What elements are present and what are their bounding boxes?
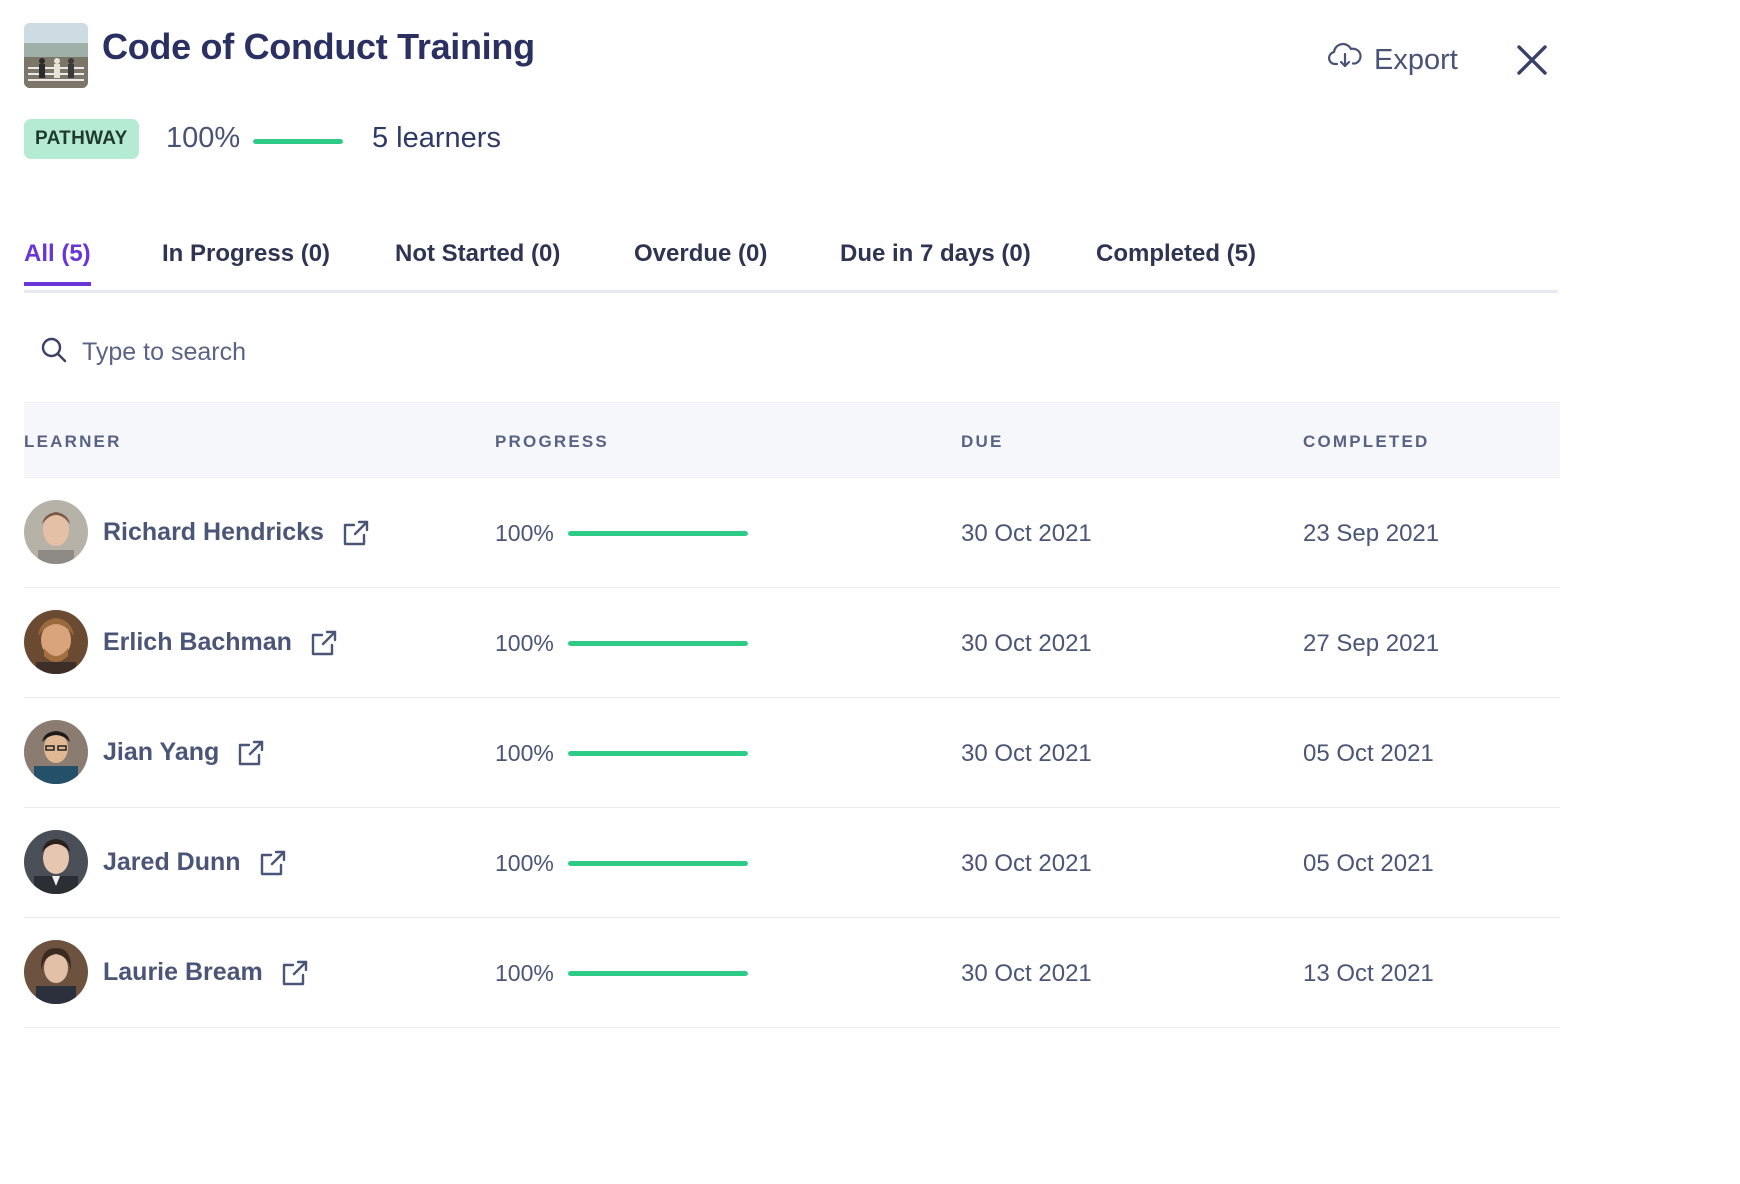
close-button[interactable] bbox=[1512, 40, 1552, 80]
overall-progress-label: 100% bbox=[166, 122, 241, 154]
search-icon bbox=[40, 336, 68, 369]
table-row[interactable]: Laurie Bream 100% 30 Oct 2021 13 Oct 202… bbox=[24, 918, 1560, 1028]
overall-progress-fill bbox=[253, 139, 343, 144]
column-header-learner[interactable]: LEARNER bbox=[24, 432, 122, 452]
column-header-due[interactable]: DUE bbox=[961, 432, 1004, 452]
progress-bar bbox=[568, 531, 748, 536]
external-link-icon[interactable] bbox=[342, 519, 370, 547]
table-row[interactable]: Jared Dunn 100% 30 Oct 2021 05 Oct 2021 bbox=[24, 808, 1560, 918]
learner-name-text[interactable]: Erlich Bachman bbox=[103, 628, 292, 657]
close-icon bbox=[1512, 45, 1552, 84]
completed-date: 05 Oct 2021 bbox=[1303, 740, 1434, 767]
page-title: Code of Conduct Training bbox=[102, 26, 535, 67]
avatar bbox=[24, 720, 88, 784]
progress-label: 100% bbox=[495, 520, 554, 546]
learner-name: Jian Yang bbox=[103, 738, 265, 767]
table-row[interactable]: Richard Hendricks 100% 30 Oct 2021 23 Se… bbox=[24, 478, 1560, 588]
learner-name: Jared Dunn bbox=[103, 848, 287, 877]
tab-all[interactable]: All (5) bbox=[24, 240, 91, 286]
table-row[interactable]: Erlich Bachman 100% 30 Oct 2021 27 Sep 2… bbox=[24, 588, 1560, 698]
export-label: Export bbox=[1374, 43, 1458, 76]
search-input[interactable] bbox=[80, 337, 484, 368]
progress-bar bbox=[568, 971, 748, 976]
learner-name: Richard Hendricks bbox=[103, 518, 370, 547]
progress-bar bbox=[568, 861, 748, 866]
cloud-download-icon bbox=[1328, 42, 1362, 78]
progress-fill bbox=[568, 971, 748, 976]
learner-name-text[interactable]: Laurie Bream bbox=[103, 958, 263, 987]
tab-not-started[interactable]: Not Started (0) bbox=[395, 240, 560, 282]
due-date: 30 Oct 2021 bbox=[961, 630, 1092, 657]
table-row[interactable]: Jian Yang 100% 30 Oct 2021 05 Oct 2021 bbox=[24, 698, 1560, 808]
progress-fill bbox=[568, 751, 748, 756]
external-link-icon[interactable] bbox=[237, 739, 265, 767]
tab-overdue[interactable]: Overdue (0) bbox=[634, 240, 767, 282]
column-header-progress[interactable]: PROGRESS bbox=[495, 432, 609, 452]
overall-progress-bar bbox=[253, 139, 343, 144]
external-link-icon[interactable] bbox=[281, 959, 309, 987]
progress-label: 100% bbox=[495, 740, 554, 766]
progress-label: 100% bbox=[495, 960, 554, 986]
table-header: LEARNER PROGRESS DUE COMPLETED bbox=[24, 402, 1560, 478]
external-link-icon[interactable] bbox=[259, 849, 287, 877]
avatar bbox=[24, 830, 88, 894]
progress-label: 100% bbox=[495, 850, 554, 876]
learner-name: Laurie Bream bbox=[103, 958, 309, 987]
learner-name-text[interactable]: Richard Hendricks bbox=[103, 518, 324, 547]
learner-name-text[interactable]: Jared Dunn bbox=[103, 848, 241, 877]
export-button[interactable]: Export bbox=[1328, 42, 1458, 78]
avatar bbox=[24, 610, 88, 674]
progress-bar bbox=[568, 751, 748, 756]
progress-label: 100% bbox=[495, 630, 554, 656]
learner-name-text[interactable]: Jian Yang bbox=[103, 738, 219, 767]
learner-name: Erlich Bachman bbox=[103, 628, 338, 657]
pathway-badge: PATHWAY bbox=[24, 119, 139, 159]
avatar bbox=[24, 500, 88, 564]
search-box bbox=[40, 336, 484, 369]
tab-due-in-7-days[interactable]: Due in 7 days (0) bbox=[840, 240, 1031, 282]
column-header-completed[interactable]: COMPLETED bbox=[1303, 432, 1430, 452]
tab-in-progress[interactable]: In Progress (0) bbox=[162, 240, 330, 282]
completed-date: 27 Sep 2021 bbox=[1303, 630, 1440, 657]
learners-table: LEARNER PROGRESS DUE COMPLETED Richard H… bbox=[24, 402, 1560, 1028]
tab-completed[interactable]: Completed (5) bbox=[1096, 240, 1256, 282]
completed-date: 05 Oct 2021 bbox=[1303, 850, 1434, 877]
filter-tabs: All (5) In Progress (0) Not Started (0) … bbox=[24, 236, 1558, 293]
progress-bar bbox=[568, 641, 748, 646]
progress-fill bbox=[568, 641, 748, 646]
avatar bbox=[24, 940, 88, 1004]
learners-count: 5 learners bbox=[372, 122, 501, 154]
due-date: 30 Oct 2021 bbox=[961, 740, 1092, 767]
due-date: 30 Oct 2021 bbox=[961, 520, 1092, 547]
pathway-thumbnail bbox=[24, 23, 88, 88]
due-date: 30 Oct 2021 bbox=[961, 850, 1092, 877]
external-link-icon[interactable] bbox=[310, 629, 338, 657]
completed-date: 13 Oct 2021 bbox=[1303, 960, 1434, 987]
progress-fill bbox=[568, 531, 748, 536]
progress-fill bbox=[568, 861, 748, 866]
completed-date: 23 Sep 2021 bbox=[1303, 520, 1440, 547]
due-date: 30 Oct 2021 bbox=[961, 960, 1092, 987]
